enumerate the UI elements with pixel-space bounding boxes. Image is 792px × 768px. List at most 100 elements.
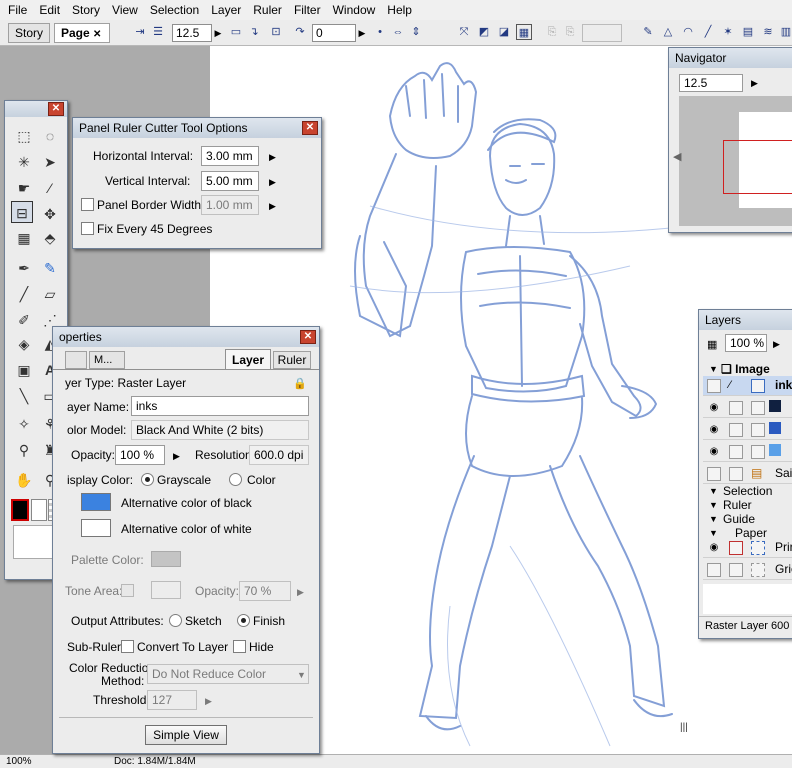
star-icon[interactable]: ✶: [720, 24, 736, 40]
lock-box[interactable]: [729, 401, 743, 415]
rotation-dropdown-icon[interactable]: ▶: [356, 24, 368, 42]
alt-black-swatch[interactable]: [81, 493, 111, 511]
opacity-input[interactable]: 100 %: [115, 445, 165, 465]
layer-row[interactable]: ◉: [703, 420, 792, 440]
layer-row-ink[interactable]: ⁄ ink: [703, 376, 792, 396]
fit-width-icon[interactable]: ↴: [246, 24, 262, 40]
hide-checkbox[interactable]: [233, 640, 246, 653]
redo-icon[interactable]: ⎘: [562, 24, 578, 40]
menu-ruler[interactable]: Ruler: [247, 0, 288, 20]
snap-icon[interactable]: ▦: [516, 24, 532, 40]
curve-icon[interactable]: ◠: [680, 24, 696, 40]
hand-icon[interactable]: ✋: [13, 469, 35, 491]
gradient-icon[interactable]: ▤: [740, 24, 756, 40]
border-width-arrow-icon[interactable]: ▶: [269, 201, 276, 212]
ruler-group[interactable]: Ruler: [723, 498, 752, 512]
ruler-icon[interactable]: ╱: [700, 24, 716, 40]
lock-box[interactable]: [729, 467, 743, 481]
rotation-input[interactable]: 0: [312, 24, 356, 42]
properties-tab-ruler[interactable]: Ruler: [273, 351, 311, 369]
navigator-titlebar[interactable]: Navigator: [669, 48, 792, 68]
fit-page-icon[interactable]: ▭: [228, 24, 244, 40]
close-icon[interactable]: ✕: [300, 330, 316, 344]
visibility-box[interactable]: [707, 563, 721, 577]
more-icon[interactable]: ▥: [778, 24, 792, 40]
layers-titlebar[interactable]: Layers: [699, 310, 792, 330]
layer-opacity-arrow-icon[interactable]: ▶: [773, 339, 780, 350]
grayscale-radio[interactable]: [141, 473, 154, 486]
eyedropper-icon[interactable]: ⁄: [39, 177, 61, 199]
triangle-icon[interactable]: △: [660, 24, 676, 40]
no-print-icon[interactable]: [729, 541, 743, 555]
opacity-arrow-icon[interactable]: ▶: [173, 451, 180, 462]
properties-tab-layer[interactable]: Layer: [225, 349, 271, 369]
lock-box[interactable]: [729, 445, 743, 459]
panel-ruler-icon[interactable]: ▦: [13, 227, 35, 249]
layer-row-sail[interactable]: ▤ Sail: [703, 464, 792, 484]
menu-selection[interactable]: Selection: [144, 0, 205, 20]
navigator-zoom-arrow-icon[interactable]: ▶: [751, 78, 758, 89]
v-interval-input[interactable]: 5.00 mm: [201, 171, 259, 191]
pencil-icon[interactable]: ✎: [39, 257, 61, 279]
tab-story[interactable]: Story: [8, 23, 51, 43]
pen-icon[interactable]: ✒: [13, 257, 35, 279]
actual-size-icon[interactable]: ⊡: [268, 24, 284, 40]
palette-color-swatch[interactable]: [151, 551, 181, 567]
selection-group[interactable]: Selection: [723, 484, 772, 498]
finish-radio[interactable]: [237, 614, 250, 627]
color-radio[interactable]: [229, 473, 242, 486]
tone-opacity-input[interactable]: 70 %: [239, 581, 291, 601]
select-layer-icon[interactable]: ◪: [496, 24, 512, 40]
zoom-input[interactable]: 12.5: [172, 24, 212, 42]
chevron-down-icon[interactable]: ▼: [709, 364, 718, 374]
scroll-grip[interactable]: |||: [680, 722, 688, 733]
close-icon[interactable]: ✕: [93, 29, 101, 40]
menu-edit[interactable]: Edit: [33, 0, 66, 20]
layer-opacity-input[interactable]: 100 %: [725, 334, 767, 352]
image-group-label[interactable]: ❏ Image: [721, 362, 770, 376]
chevron-down-icon[interactable]: ▼: [709, 500, 718, 510]
h-interval-arrow-icon[interactable]: ▶: [269, 152, 276, 163]
eye-icon[interactable]: ◉: [707, 446, 721, 458]
layer-row-print[interactable]: ◉ Prir: [703, 538, 792, 558]
lock-box[interactable]: [729, 423, 743, 437]
tone-area-swatch[interactable]: [151, 581, 181, 599]
menu-filter[interactable]: Filter: [288, 0, 327, 20]
layer-row-grid[interactable]: Gric: [703, 560, 792, 580]
undo-icon[interactable]: ⎘: [544, 24, 560, 40]
navigator-left-arrow-icon[interactable]: ◀: [673, 150, 681, 163]
simple-view-button[interactable]: Simple View: [145, 725, 227, 745]
rotate-icon[interactable]: ↷: [292, 24, 308, 40]
chevron-down-icon[interactable]: ▼: [709, 514, 718, 524]
reset-rotation-icon[interactable]: •: [372, 24, 388, 40]
object-select-icon[interactable]: ➤: [39, 151, 61, 173]
eye-icon[interactable]: ◉: [707, 542, 721, 554]
layer-row[interactable]: ◉: [703, 398, 792, 418]
menu-window[interactable]: Window: [327, 0, 382, 20]
properties-tab-m[interactable]: M...: [89, 351, 125, 369]
brush-icon[interactable]: ✐: [13, 309, 35, 331]
convert-to-layer-checkbox[interactable]: [121, 640, 134, 653]
menu-file[interactable]: File: [2, 0, 33, 20]
properties-titlebar[interactable]: operties ✕: [53, 327, 319, 347]
marquee-select-icon[interactable]: ⬚: [13, 125, 35, 147]
tools-titlebar[interactable]: ✕: [5, 101, 67, 117]
flip-vertical-icon[interactable]: ⇕: [408, 24, 424, 40]
tone-icon[interactable]: ✧: [13, 413, 35, 435]
lock-box[interactable]: [729, 563, 743, 577]
lines-icon[interactable]: ≋: [760, 24, 776, 40]
move-icon[interactable]: ✥: [39, 203, 61, 225]
gradient-tool-icon[interactable]: ▣: [13, 359, 35, 381]
chevron-down-icon[interactable]: ▼: [709, 486, 718, 496]
fix45-checkbox[interactable]: [81, 222, 94, 235]
tone-opacity-arrow-icon[interactable]: ▶: [297, 587, 304, 598]
chevron-down-icon[interactable]: ▼: [297, 670, 306, 680]
layer-name-input[interactable]: inks: [131, 396, 309, 416]
v-interval-arrow-icon[interactable]: ▶: [269, 177, 276, 188]
ruler-cutter-titlebar[interactable]: Panel Ruler Cutter Tool Options ✕: [73, 118, 321, 138]
eye-icon[interactable]: ◉: [707, 424, 721, 436]
visibility-box[interactable]: [707, 379, 721, 393]
alt-white-swatch[interactable]: [81, 519, 111, 537]
sketch-radio[interactable]: [169, 614, 182, 627]
lasso-icon[interactable]: ◌: [39, 125, 61, 147]
